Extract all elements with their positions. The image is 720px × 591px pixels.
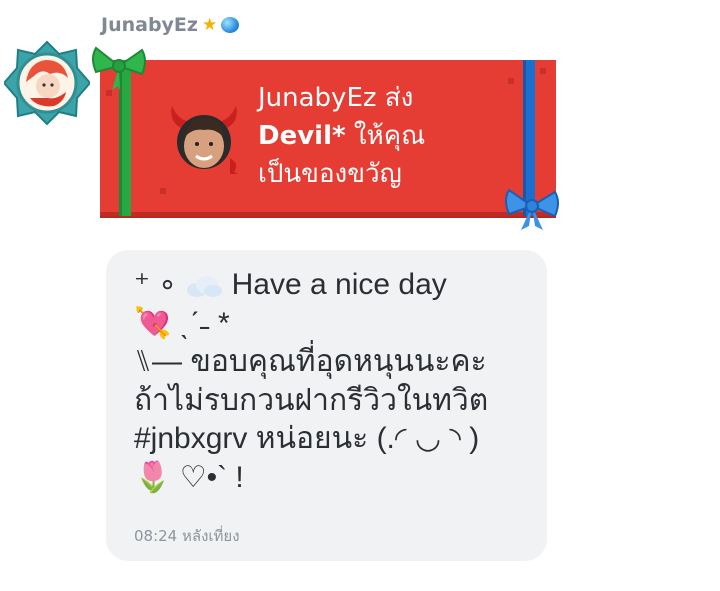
sender-header: JunabyEz ★ (101, 14, 240, 36)
message-line-3: ⑊— ขอบคุณที่อุดหนุนนะคะ (134, 345, 487, 378)
message-bubble[interactable]: ⁺ ∘ Have a nice day 💘 ˎˊ˗ * ⑊— ขอบคุณที่… (106, 250, 547, 561)
gem-icon (221, 17, 240, 33)
message-line-5: #jnbxgrv หน่อยนะ (.◜ ◡ ◝ ) (134, 422, 480, 455)
gift-message: JunabyEz ส่ง Devil* ให้คุณ เป็นของขวัญ (258, 79, 518, 193)
blue-bow-icon (505, 188, 559, 230)
green-bow-icon (92, 46, 146, 90)
gift-item-name: Devil* (258, 121, 346, 151)
gift-line-2: Devil* ให้คุณ (258, 117, 518, 155)
greeting-text: Have a nice day (223, 268, 447, 301)
sparkle-prefix: ⁺ ∘ (134, 268, 186, 301)
message-line-1: ⁺ ∘ Have a nice day (134, 266, 534, 305)
devil-avatar (171, 106, 238, 174)
message-line-6: 🌷 ♡•` ! (134, 460, 244, 494)
gift-card[interactable]: JunabyEz ส่ง Devil* ให้คุณ เป็นของขวัญ (100, 60, 556, 216)
sender-name[interactable]: JunabyEz (101, 14, 198, 36)
cloud-icon (187, 276, 223, 298)
star-icon: ★ (201, 15, 218, 35)
message-text: ⁺ ∘ Have a nice day 💘 ˎˊ˗ * ⑊— ขอบคุณที่… (134, 266, 534, 497)
message-line-4: ถ้าไม่รบกวนฝากรีวิวในทวิต (134, 383, 489, 417)
gift-line-2-suffix: ให้คุณ (345, 121, 426, 151)
gift-line-1: JunabyEz ส่ง (258, 83, 414, 113)
message-line-2: 💘 ˎˊ˗ * (134, 306, 230, 340)
message-timestamp: 08:24 หลังเที่ยง (134, 527, 240, 545)
gift-line-3: เป็นของขวัญ (258, 159, 402, 189)
pixel-deco (160, 188, 166, 194)
pixel-deco (540, 68, 546, 74)
sender-avatar[interactable] (4, 40, 90, 126)
